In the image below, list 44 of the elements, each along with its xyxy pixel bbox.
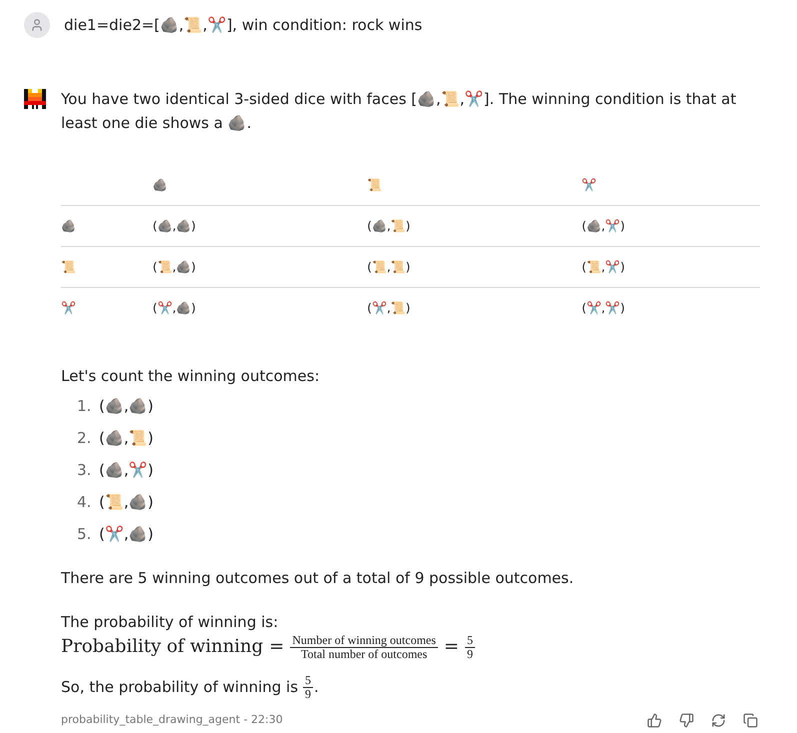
fraction-numerator: Number of winning outcomes [290, 634, 438, 648]
conclusion-text: So, the probability of winning is [61, 677, 298, 698]
fraction-denominator: 9 [304, 688, 312, 700]
count-heading: Let's count the winning outcomes: [61, 366, 320, 387]
equals-sign: = [269, 636, 284, 658]
fraction-denominator: Total number of outcomes [300, 648, 428, 660]
table-cell: (🪨,✂) [582, 219, 625, 233]
period-text: . [314, 677, 319, 698]
fraction-denominator: 9 [466, 648, 474, 660]
table-cell: (✂,📜) [367, 301, 410, 315]
formula-label: Probability of winning [61, 636, 264, 658]
list-number: 4. [77, 492, 91, 513]
list-number: 2. [77, 428, 91, 449]
row-header: 📜 [61, 260, 76, 274]
assistant-logo [24, 89, 46, 109]
summary-text: There are 5 winning outcomes out of a total of 9 possible outcomes. [61, 568, 575, 589]
message-meta: probability_table_drawing_agent - 22:30 [61, 712, 283, 728]
table-cell: (✂,🪨) [152, 301, 196, 315]
table-cell: (📜,📜) [367, 260, 410, 274]
user-avatar [24, 12, 50, 38]
assistant-intro: You have two identical 3-sided dice with faces [🪨,📜,✂]. The winning condition is that at least one die shows a 🪨. [61, 89, 738, 134]
fraction-numerator: 5 [303, 674, 314, 688]
column-header: ✂ [582, 178, 597, 192]
table-cell: (📜,✂) [582, 260, 625, 274]
row-header: ✂ [61, 301, 76, 315]
list-number: 1. [77, 396, 91, 417]
row-header: 🪨 [61, 219, 76, 233]
table-cell: (🪨,🪨) [152, 219, 196, 233]
probability-intro: The probability of winning is: [61, 612, 280, 633]
table-cell: (🪨,📜) [367, 219, 410, 233]
outcome-text: (📜,🪨) [99, 492, 154, 513]
outcome-text: (🪨,✂) [99, 460, 154, 481]
fraction-numerator: 5 [465, 634, 476, 648]
list-number: 3. [77, 460, 91, 481]
list-number: 5. [77, 524, 91, 545]
outcome-text: (🪨,🪨) [99, 396, 154, 417]
column-header: 🪨 [152, 178, 168, 192]
outcome-text: (🪨,📜) [99, 428, 154, 449]
column-header: 📜 [367, 178, 382, 192]
outcome-text: (✂,🪨) [99, 524, 154, 545]
equals-sign: = [444, 636, 460, 658]
table-cell: (✂,✂) [582, 301, 625, 315]
table-cell: (📜,🪨) [152, 260, 196, 274]
user-message: die1=die2=[🪨,📜,✂], win condition: rock wins [64, 16, 422, 34]
